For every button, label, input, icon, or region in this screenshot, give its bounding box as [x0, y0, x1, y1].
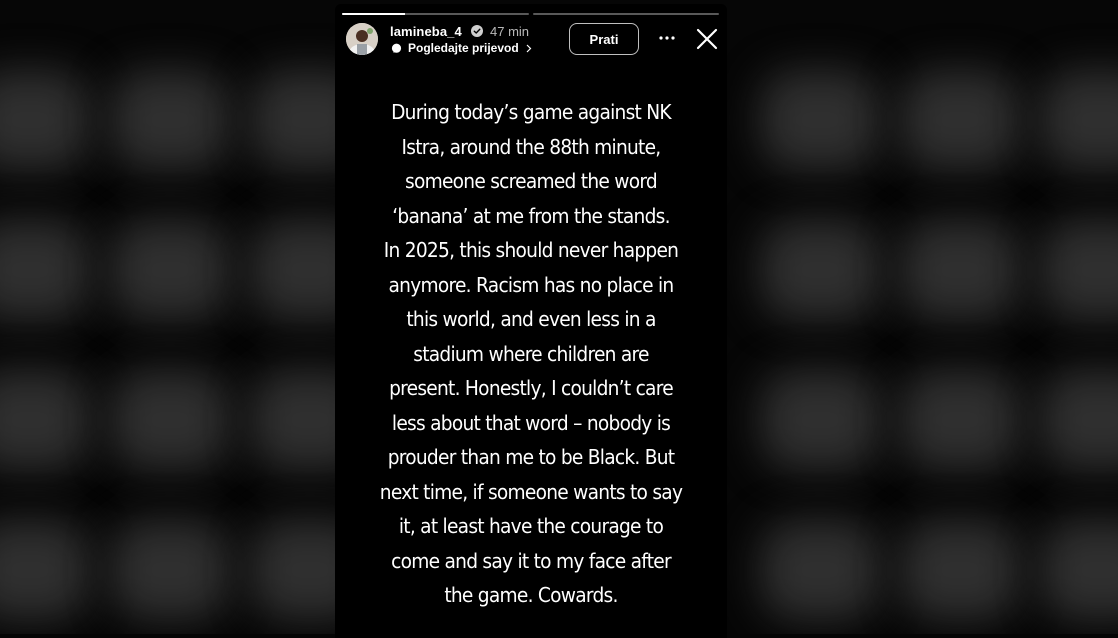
background-blur-tile	[1040, 520, 1118, 620]
story-text-line: ‘banana’ at me from the stands.	[392, 203, 670, 228]
story-text-line: present. Honestly, I couldn’t care	[389, 376, 674, 400]
username[interactable]: lamineba_4	[390, 24, 462, 39]
background-blur-tile	[760, 520, 880, 620]
background-blur-tile	[110, 370, 230, 470]
background-blur-tile	[1040, 370, 1118, 470]
close-icon[interactable]	[696, 28, 718, 50]
background-blur-tile	[0, 520, 90, 620]
progress-fill-1	[342, 13, 406, 15]
background-blur-tile	[900, 520, 1020, 620]
background-blur-tile	[760, 70, 880, 170]
background-blur-tile	[760, 370, 880, 470]
story-text-line: next time, if someone wants to say	[379, 479, 683, 504]
story-text-line: someone screamed the word	[404, 169, 658, 193]
background-blur-tile	[900, 220, 1020, 320]
story-text-line: Istra, around the 88th minute,	[401, 134, 662, 159]
story-text-line: anymore. Racism has no place in	[388, 272, 675, 297]
background-blur-tile	[110, 520, 230, 620]
verified-icon	[471, 25, 483, 37]
story-text-line: come and say it to my face after	[391, 548, 671, 573]
background-blur-tile	[900, 370, 1020, 470]
story-text-line: In 2025, this should never happen	[383, 238, 679, 262]
background-blur-tile	[760, 220, 880, 320]
background-blur-tile	[1040, 70, 1118, 170]
background-blur-tile	[110, 220, 230, 320]
background-blur-tile	[0, 370, 90, 470]
story-text-line: it, at least have the courage to	[398, 514, 664, 538]
story-text-line: the game. Cowards.	[444, 583, 618, 607]
avatar[interactable]	[346, 23, 378, 55]
see-translation-link[interactable]: Pogledajte prijevod	[408, 41, 519, 55]
follow-button[interactable]: Prati	[569, 23, 639, 55]
story-progress-bar	[342, 13, 719, 15]
story-text-line: this world, and even less in a	[406, 307, 656, 331]
post-time: 47 min	[490, 24, 530, 39]
background-blur-tile	[0, 70, 90, 170]
progress-segment-2	[532, 13, 719, 15]
story-text-line: less about that word – nobody is	[391, 410, 671, 435]
background-blur-tile	[0, 220, 90, 320]
story-text-line: During today’s game against NK	[391, 100, 672, 124]
background-blur-tile	[110, 70, 230, 170]
more-icon[interactable]	[657, 32, 677, 44]
background-blur-tile	[900, 70, 1020, 170]
chevron-right-icon[interactable]	[525, 44, 533, 53]
story-text-line: prouder than me to be Black. But	[387, 445, 675, 469]
story-text: During today’s game against NK Istra, aro…	[369, 95, 693, 613]
story-viewer[interactable]: lamineba_4 47 min Pogledajte prijevod Pr…	[335, 4, 727, 638]
story-text-line: stadium where children are	[413, 341, 649, 366]
translate-icon	[391, 43, 402, 53]
background-blur-tile	[1040, 220, 1118, 320]
progress-segment-1	[342, 13, 529, 15]
